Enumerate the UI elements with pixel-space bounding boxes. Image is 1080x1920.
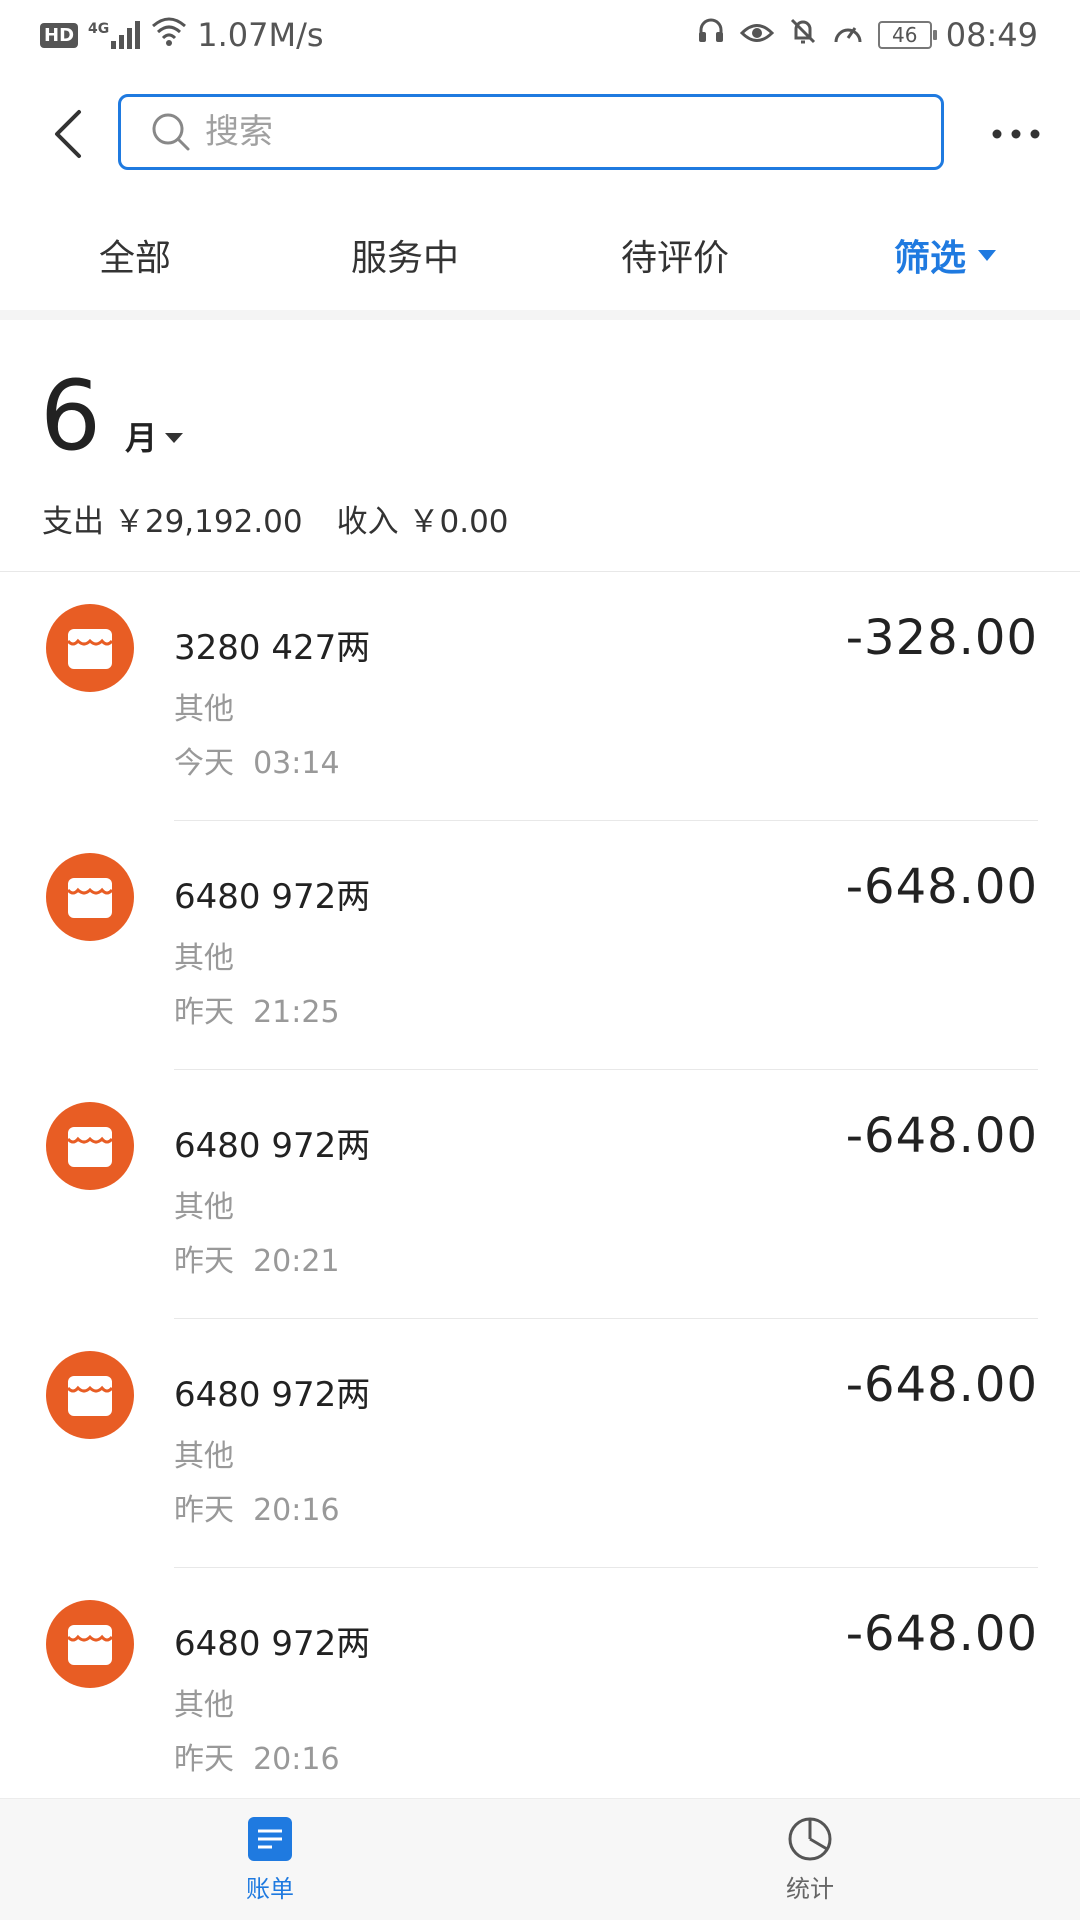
- transaction-amount: -648.00: [845, 1606, 1038, 1662]
- tab-to-review[interactable]: 待评价: [540, 210, 810, 300]
- transaction-category: 其他: [174, 1190, 234, 1225]
- top-bar: [0, 86, 1080, 182]
- transaction-day: 今天: [174, 746, 234, 781]
- transaction-clock: 21:25: [253, 995, 340, 1030]
- network-speed: 1.07M/s: [197, 16, 324, 54]
- store-icon: [46, 1351, 134, 1439]
- transaction-day: 昨天: [174, 995, 234, 1030]
- nav-statistics[interactable]: 统计: [540, 1799, 1080, 1920]
- section-divider: [0, 310, 1080, 320]
- clock-time: 08:49: [945, 16, 1038, 54]
- income-total: 收入 ￥0.00: [337, 496, 509, 541]
- back-button[interactable]: [38, 102, 98, 166]
- transaction-time: 昨天 20:16: [174, 1485, 340, 1529]
- store-icon: [46, 604, 134, 692]
- search-box[interactable]: [118, 94, 944, 170]
- month-totals: 支出 ￥29,192.00 收入 ￥0.00: [42, 496, 509, 541]
- transaction-title: 6480 972两: [174, 1375, 371, 1415]
- expense-value: ￥29,192.00: [113, 504, 303, 540]
- store-icon: [46, 1600, 134, 1688]
- transaction-amount: -648.00: [845, 1357, 1038, 1413]
- transaction-clock: 20:16: [253, 1493, 340, 1528]
- transaction-time: 昨天 21:25: [174, 987, 340, 1031]
- search-icon: [152, 113, 190, 151]
- bill-icon: [246, 1815, 294, 1863]
- speedometer-icon: [832, 16, 864, 54]
- income-value: ￥0.00: [408, 504, 509, 540]
- back-arrow-icon: [55, 110, 81, 158]
- transaction-amount: -328.00: [845, 610, 1038, 666]
- tab-all-label: 全部: [98, 238, 171, 279]
- expense-label: 支出: [42, 504, 104, 540]
- signal-icon: 4G: [88, 21, 141, 49]
- tab-in-service-label: 服务中: [350, 238, 459, 279]
- transaction-time: 昨天 20:16: [174, 1734, 340, 1778]
- store-icon: [46, 853, 134, 941]
- transaction-time: 昨天 20:21: [174, 1236, 340, 1280]
- transaction-time: 今天 03:14: [174, 738, 340, 782]
- transaction-category: 其他: [174, 692, 234, 727]
- month-number: 6: [40, 360, 102, 472]
- status-bar: HD 4G 1.07M/s 46 08:49: [0, 0, 1080, 74]
- transaction-item[interactable]: 3280 427两 其他 今天 03:14 -328.00: [0, 572, 1080, 821]
- transaction-item[interactable]: 6480 972两 其他 昨天 20:16 -648.00: [0, 1319, 1080, 1568]
- tab-filter-label: 筛选: [893, 238, 966, 279]
- transaction-category: 其他: [174, 1439, 234, 1474]
- filter-tabs: 全部 服务中 待评价 筛选: [0, 210, 1080, 300]
- month-summary: 6 月 支出 ￥29,192.00 收入 ￥0.00: [0, 320, 1080, 572]
- transaction-title: 3280 427两: [174, 628, 371, 668]
- bell-off-icon: [788, 16, 818, 54]
- expense-total: 支出 ￥29,192.00: [42, 496, 303, 541]
- wifi-icon: [151, 16, 187, 54]
- search-input[interactable]: [205, 112, 885, 152]
- status-right: 46 08:49: [696, 16, 1038, 54]
- bottom-nav: 账单 统计: [0, 1798, 1080, 1920]
- transaction-day: 昨天: [174, 1493, 234, 1528]
- transaction-item[interactable]: 6480 972两 其他 昨天 20:16 -648.00: [0, 1568, 1080, 1817]
- transaction-list: 3280 427两 其他 今天 03:14 -328.00 6480 972两 …: [0, 572, 1080, 1817]
- signal-label: 4G: [88, 21, 110, 37]
- transaction-item[interactable]: 6480 972两 其他 昨天 20:21 -648.00: [0, 1070, 1080, 1319]
- tab-in-service[interactable]: 服务中: [270, 210, 540, 300]
- headset-icon: [696, 16, 726, 54]
- hd-badge: HD: [40, 22, 79, 48]
- transaction-clock: 03:14: [253, 746, 340, 781]
- transaction-amount: -648.00: [845, 1108, 1038, 1164]
- nav-bills[interactable]: 账单: [0, 1799, 540, 1920]
- store-icon: [46, 1102, 134, 1190]
- tab-filter[interactable]: 筛选: [810, 210, 1080, 300]
- transaction-item[interactable]: 6480 972两 其他 昨天 21:25 -648.00: [0, 821, 1080, 1070]
- transaction-day: 昨天: [174, 1742, 234, 1777]
- transaction-clock: 20:21: [253, 1244, 340, 1279]
- tab-all[interactable]: 全部: [0, 210, 270, 300]
- pie-chart-icon: [786, 1815, 834, 1863]
- income-label: 收入: [336, 504, 399, 540]
- transaction-title: 6480 972两: [174, 1624, 371, 1664]
- transaction-amount: -648.00: [845, 859, 1038, 915]
- more-icon: [992, 129, 1040, 139]
- transaction-title: 6480 972两: [174, 1126, 371, 1166]
- nav-statistics-label: 统计: [786, 1875, 834, 1903]
- transaction-title: 6480 972两: [174, 877, 371, 917]
- nav-bills-label: 账单: [246, 1875, 294, 1903]
- status-left: HD 4G 1.07M/s: [40, 16, 324, 54]
- month-selector[interactable]: 6 月: [40, 360, 184, 472]
- battery-icon: 46: [877, 21, 937, 49]
- tab-to-review-label: 待评价: [620, 238, 729, 279]
- month-dropdown-icon: [165, 433, 184, 443]
- more-options-button[interactable]: [988, 112, 1044, 156]
- transaction-day: 昨天: [174, 1244, 234, 1279]
- filter-dropdown-icon: [978, 249, 996, 261]
- transaction-category: 其他: [174, 1688, 234, 1723]
- eye-icon: [739, 16, 774, 54]
- month-unit: 月: [125, 419, 158, 457]
- transaction-category: 其他: [174, 941, 234, 976]
- transaction-clock: 20:16: [253, 1742, 340, 1777]
